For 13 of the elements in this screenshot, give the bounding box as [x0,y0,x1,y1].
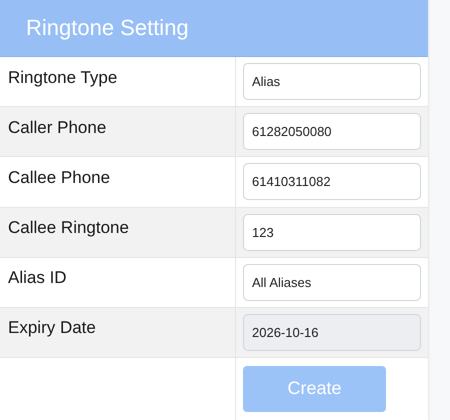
input-field[interactable]: 123 [243,214,421,251]
input-field[interactable]: 61282050080 [243,113,421,150]
field-label: Ringtone Type [8,68,118,88]
field-label: Callee Phone [8,168,110,188]
field-label: Callee Ringtone [8,218,129,238]
field-label: Expiry Date [8,318,96,338]
dialog-title: Ringtone Setting [26,15,189,42]
input-field[interactable]: 61410311082 [243,163,421,200]
field-label: Caller Phone [8,118,106,138]
input-field[interactable]: All Aliases [243,264,421,301]
input-field[interactable]: 2026-10-16 [243,314,421,351]
field-label: Alias ID [8,268,67,288]
input-field[interactable]: Alias [243,63,421,100]
